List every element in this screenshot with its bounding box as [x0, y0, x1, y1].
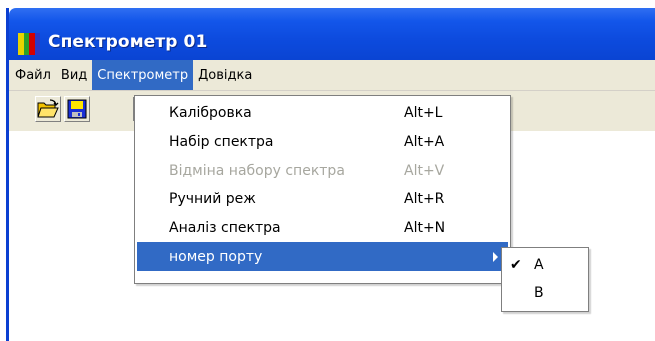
menu-bar: Файл Вид Спектрометр Довідка — [9, 60, 655, 91]
menu-spectrometer[interactable]: Спектрометр — [92, 60, 194, 90]
menu-item-shortcut: Alt+L — [404, 105, 443, 122]
menu-item-port-number[interactable]: номер порту — [137, 242, 508, 272]
menu-item-label: Аналіз спектра — [169, 220, 281, 237]
menu-item-label: Набір спектра — [169, 134, 274, 151]
menu-item-shortcut: Alt+R — [404, 191, 445, 208]
menu-item-shortcut: Alt+A — [404, 134, 445, 151]
menu-file[interactable]: Файл — [9, 60, 56, 90]
menu-item-cancel-acquisition: Відміна набору спектра Alt+V — [135, 156, 510, 185]
menu-help[interactable]: Довідка — [193, 60, 257, 90]
window-title: Спектрометр 01 — [48, 32, 208, 52]
open-folder-icon — [37, 99, 59, 118]
menu-item-acquire-spectrum[interactable]: Набір спектра Alt+A — [135, 128, 510, 157]
menu-view[interactable]: Вид — [56, 60, 92, 90]
submenu-arrow-icon — [493, 251, 498, 262]
checkmark-icon: ✔ — [510, 257, 522, 273]
submenu-item-port-b[interactable]: B — [502, 279, 588, 307]
save-button[interactable] — [64, 96, 90, 122]
menu-item-label: Відміна набору спектра — [169, 162, 345, 179]
menu-item-manual-mode[interactable]: Ручний реж Alt+R — [135, 185, 510, 214]
menu-item-label: Калібровка — [169, 105, 252, 122]
submenu-item-port-a[interactable]: ✔ A — [502, 251, 588, 279]
menu-item-label: Ручний реж — [169, 191, 256, 208]
spectrum-app-icon — [18, 33, 40, 55]
title-bar[interactable]: Спектрометр 01 — [9, 8, 655, 60]
submenu-item-label: A — [534, 257, 544, 273]
menu-item-analyze-spectrum[interactable]: Аналіз спектра Alt+N — [135, 214, 510, 243]
menu-item-calibration[interactable]: Калібровка Alt+L — [135, 99, 510, 128]
open-button[interactable] — [35, 96, 61, 122]
port-number-submenu: ✔ A B — [501, 247, 589, 312]
save-disk-icon — [67, 99, 87, 119]
menu-item-shortcut: Alt+V — [404, 162, 445, 179]
menu-item-label: номер порту — [169, 248, 263, 265]
submenu-item-label: B — [534, 285, 544, 301]
menu-item-shortcut: Alt+N — [404, 220, 446, 237]
spectrometer-dropdown-menu: Калібровка Alt+L Набір спектра Alt+A Від… — [134, 95, 511, 284]
